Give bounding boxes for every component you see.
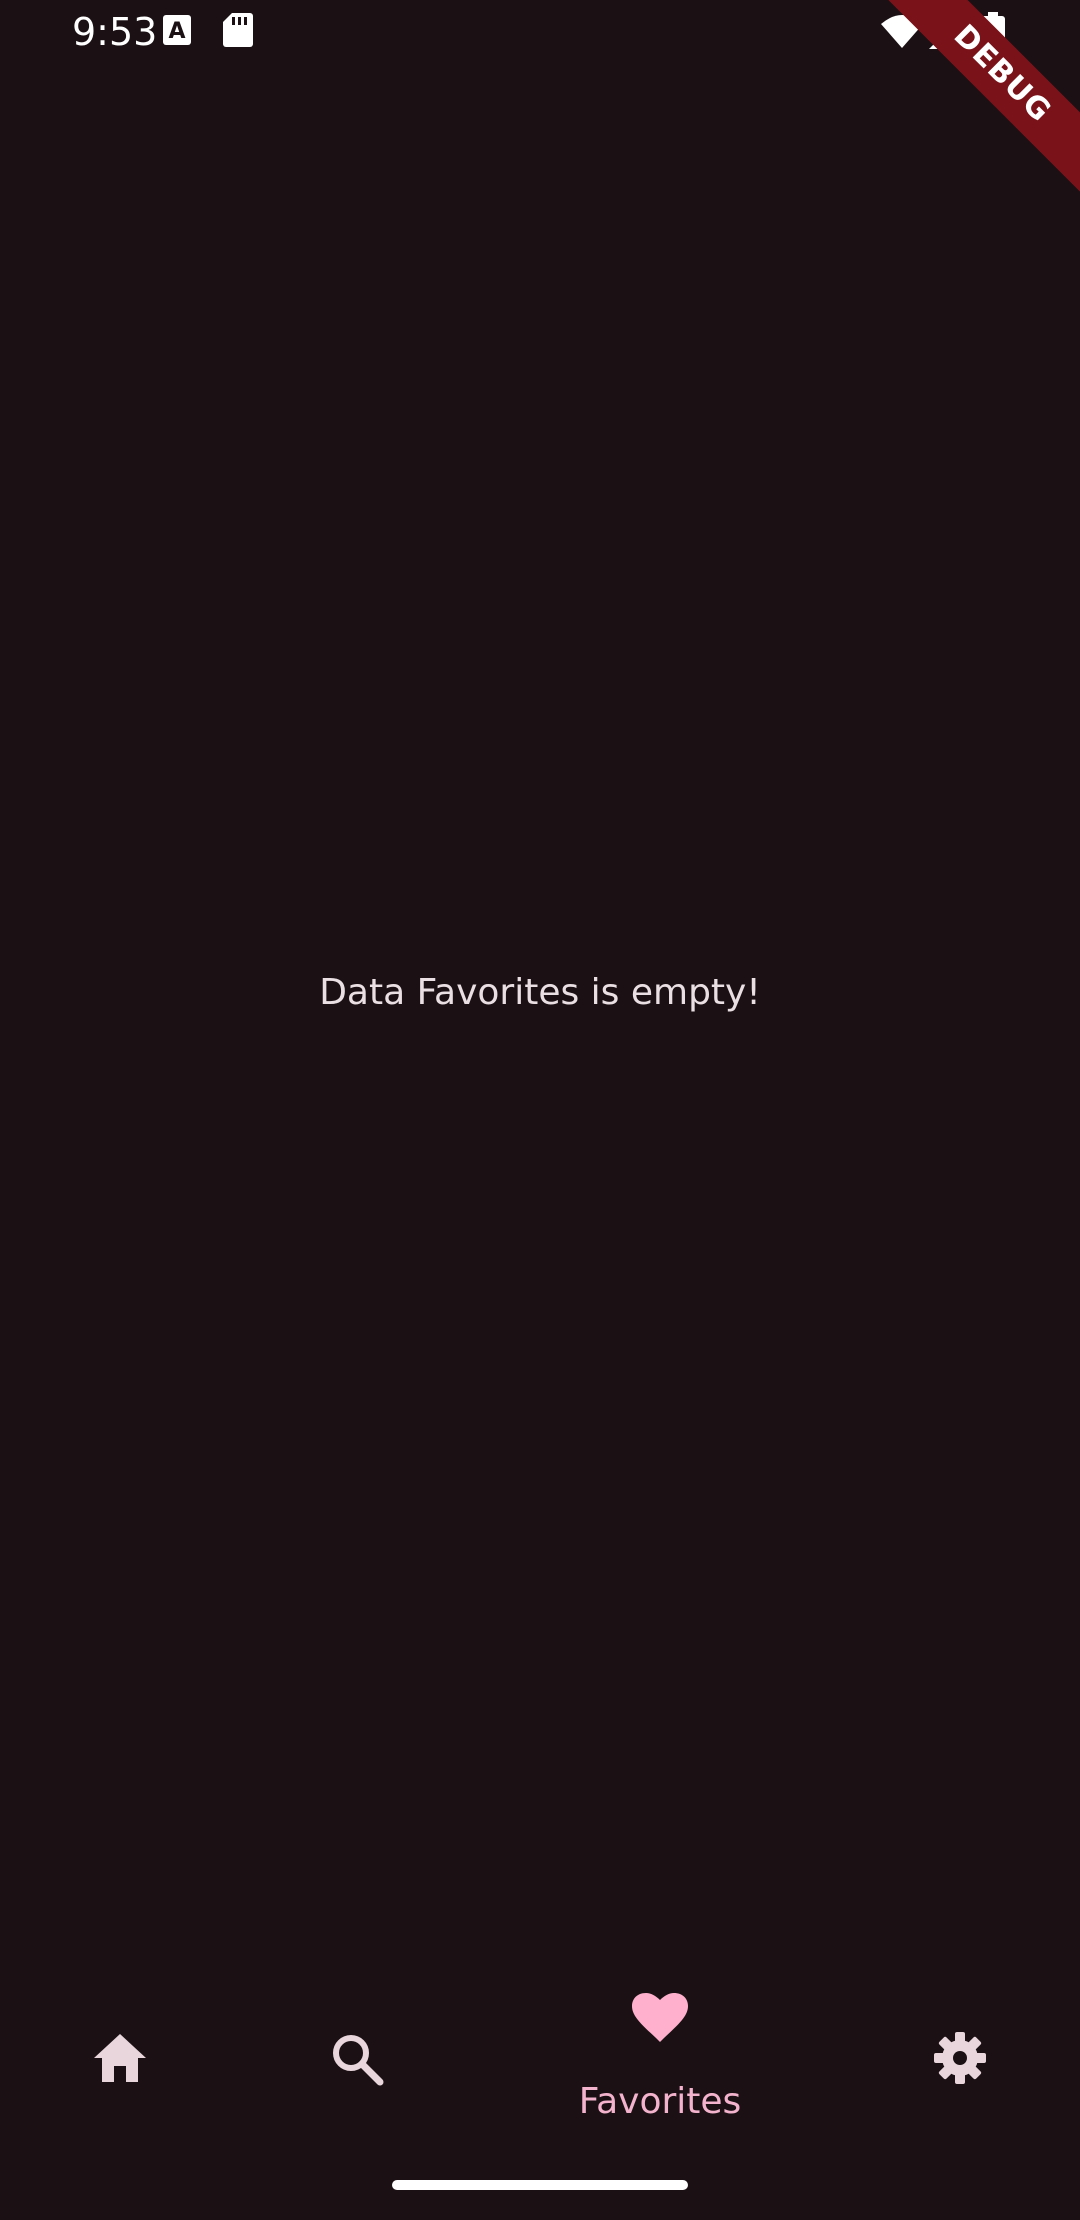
nav-item-favorites[interactable]: Favorites [560, 1980, 760, 2150]
gear-icon [934, 2032, 986, 2084]
app-screen: 9:53 A DEBUG Data Favorites is empty! Fa… [0, 0, 1080, 2220]
status-bar: 9:53 A [0, 0, 1080, 64]
search-icon [333, 2035, 384, 2086]
nav-item-search[interactable] [258, 1980, 458, 2150]
bottom-navigation-bar: Favorites [0, 1980, 1080, 2150]
notification-a-icon: A [163, 15, 191, 45]
home-icon [94, 2034, 146, 2082]
home-indicator[interactable] [392, 2180, 688, 2190]
heart-icon [632, 1993, 688, 2042]
wifi-icon [881, 15, 923, 48]
empty-state-message: Data Favorites is empty! [319, 972, 761, 1013]
signal-icon [929, 15, 963, 49]
nav-label-favorites: Favorites [578, 2081, 742, 2122]
svg-text:A: A [168, 19, 185, 44]
battery-icon [981, 12, 1005, 51]
status-time: 9:53 [72, 10, 158, 54]
nav-item-settings[interactable] [860, 1980, 1060, 2150]
sd-card-icon [223, 13, 253, 47]
nav-item-home[interactable] [20, 1980, 220, 2150]
